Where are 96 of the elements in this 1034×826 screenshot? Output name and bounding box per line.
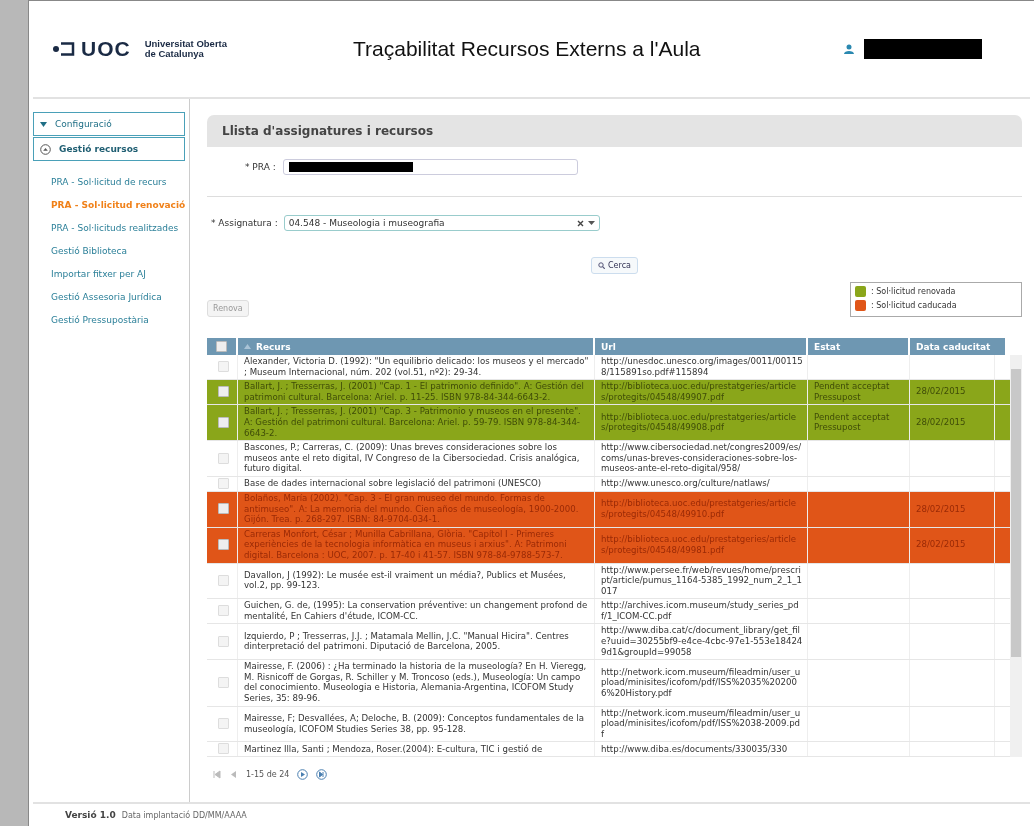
row-checkbox[interactable] [217, 743, 229, 755]
table-cell: Ballart, J. ; Tresserras, J. (2001) "Cap. 1 - El patrimonio definido". A: Gestión del patrimoni cultural. Barcelona: Ariel. p. 11-25. ISBN 978-84-344-6643-2. [238, 380, 595, 405]
table-cell: http://www.persee.fr/web/revues/home/prescript/article/pumus_1164-5385_1992_num_2_1_1017 [595, 563, 808, 599]
sidebar-link[interactable]: PRA - Sol·licitud renovació [51, 200, 186, 210]
sidebar-section[interactable]: Gestió recursos [33, 137, 185, 161]
collapse-icon [40, 143, 51, 155]
deploy-date: Data implantació DD/MM/AAAA [121, 810, 247, 820]
table-cell: Martinez Illa, Santi ; Mendoza, Roser.(2004): E-cultura, TIC i gestió de [238, 742, 595, 757]
sidebar-link[interactable]: PRA - Sol·licitud de recurs [51, 177, 167, 187]
row-checkbox[interactable] [217, 574, 229, 586]
table-cell: Alexander, Victoria D. (1992): "Un equilibrio delicado: los museos y el mercado" ; Museum Internacional, núm. 202 (vol.51, nº2): 29-34. [238, 355, 595, 380]
table-cell: Davallon, J (1992): Le musée est-il vraiment un média?, Publics et Musées, vol.2, pp. 99-123. [238, 563, 595, 599]
version-label: Versió 1.0 [65, 810, 116, 820]
sidebar-link[interactable]: Gestió Biblioteca [51, 246, 128, 256]
institution-name: Universitat Oberta de Catalunya [144, 39, 228, 59]
legend-label: : Sol·licitud caducada [871, 301, 957, 310]
table-row[interactable] [207, 441, 1010, 477]
table-row[interactable] [207, 527, 1010, 564]
table-row[interactable] [207, 706, 1010, 743]
sort-icon [244, 344, 251, 349]
sidebar-link[interactable]: Gestió Pressupostària [51, 315, 149, 325]
row-checkbox[interactable] [217, 416, 229, 428]
column-header[interactable]: Data caducitat [910, 338, 1007, 355]
page-range: 1-15 de 24 [246, 770, 290, 780]
sidebar-section[interactable]: Configuració [33, 112, 185, 136]
table-cell: http://www.diba.es/documents/330035/330 [595, 742, 808, 757]
table-cell: Mairesse, F; Desvallées, A; Deloche, B. (2009): Conceptos fundamentales de la museología, ICOFOM Studies Series 38, pp. 95-128. [238, 706, 595, 742]
row-checkbox[interactable] [217, 676, 229, 688]
first-page-icon[interactable] [212, 770, 221, 780]
sidebar-link[interactable]: Importar fitxer per AJ [51, 269, 146, 279]
row-checkbox[interactable] [217, 635, 229, 647]
logo-text: UOC [81, 37, 131, 61]
clear-icon [576, 219, 584, 227]
field-label: * Assignatura : [211, 218, 278, 228]
row-checkbox[interactable] [217, 361, 229, 373]
table-cell: 28/02/2015 [916, 503, 966, 515]
row-checkbox[interactable] [217, 503, 229, 515]
table-cell: Bascones, P.; Carreras, C. (2009): Unas breves consideraciones sobre los museos ante el reto digital, IV Congreso de la Cibersociedad. Crisis analógica, futuro digital. [238, 441, 595, 476]
table-cell: http://www.unesco.org/culture/natlaws/ [595, 476, 808, 491]
field-label: * PRA : [245, 162, 276, 172]
pra-field[interactable] [282, 159, 578, 175]
search-icon [598, 262, 606, 269]
column-header[interactable]: Url [595, 338, 808, 355]
table-row[interactable]: Base de dades internacional sobre legislació del patrimoni (UNESCO) http://www.unesco.org/culture/natlaws/ [207, 476, 1010, 492]
table-cell: http://network.icom.museum/fileadmin/user_upload/minisites/icofom/pdf/ISS%2035%202006%20History.pdf [595, 660, 808, 706]
table-cell: http://biblioteca.uoc.edu/prestatgeries/articles/protegits/04548/49907.pdf [595, 380, 808, 405]
table-row[interactable] [207, 624, 1010, 661]
table-cell: Mairesse, F. (2006) : ¿Ha terminado la historia de la museología? En H. Vieregg, M. Risnicoff de Gorgas, R. Schiller y M. Troncoso (eds.), Museología: Un campo del conocimiento. Museologia e Historia, Alemania-Argentina, ICOFOM Study Series, 35: 89-96. [238, 660, 595, 706]
sidebar-link[interactable]: Gestió Assesoria Jurídica [51, 292, 162, 302]
table-cell: http://www.diba.cat/c/document_library/get_file?uuid=30255bf9-e4ce-4cbc-97e1-553e184249d1&groupId=99058 [595, 624, 808, 660]
scrollbar[interactable] [1010, 355, 1022, 758]
search-button[interactable]: Cerca [591, 257, 638, 274]
table-cell: Base de dades internacional sobre legislació del patrimoni (UNESCO) [238, 476, 595, 491]
table-cell: http://biblioteca.uoc.edu/prestatgeries/articles/protegits/04548/49908.pdf [595, 405, 808, 441]
panel-title: Llista d'assignatures i recursos [207, 115, 1022, 147]
table-cell: http://biblioteca.uoc.edu/prestatgeries/articles/protegits/04548/49981.pdf [595, 527, 808, 563]
table-cell: http://unesdoc.unesco.org/images/0011/001158/115891so.pdf#115894 [595, 355, 808, 380]
table-cell: http://biblioteca.uoc.edu/prestatgeries/articles/protegits/04548/49910.pdf [595, 491, 808, 527]
table-cell: Izquierdo, P ; Tresserras, J.J. ; Matamala Mellin, J.C. "Manual Hicira". Centres dinterpretació del patrimoni. Diputació de Barcelona, 2005. [238, 624, 595, 660]
column-header[interactable]: Recurs [238, 338, 595, 355]
table-row[interactable] [207, 405, 1010, 442]
previous-page-icon[interactable] [229, 770, 238, 780]
table-row[interactable]: Guichen, G. de, (1995): La conservation préventive: un changement profond de mentalité, En Cahiers d'étude, ICOM-CC. http://archives.icom.museum/study_series_pdf/1_ICOM-CC.pdf [207, 599, 1010, 625]
caret-icon [40, 121, 47, 127]
row-checkbox[interactable] [217, 452, 229, 464]
column-header[interactable]: Estat [808, 338, 910, 355]
row-checkbox[interactable] [217, 605, 229, 617]
table-row[interactable] [207, 380, 1010, 406]
page-title: Traçabilitat Recursos Externs a l'Aula [353, 37, 702, 61]
user-icon [844, 44, 854, 54]
select-all-checkbox[interactable] [216, 341, 227, 352]
sidebar-link[interactable]: PRA - Sol·licituds realitzades [51, 223, 179, 233]
next-page-icon[interactable] [297, 769, 309, 781]
table-cell: Guichen, G. de, (1995): La conservation préventive: un changement profond de mentalité, En Cahiers d'étude, ICOM-CC. [238, 599, 595, 624]
table-cell: Ballart, J. ; Tresserras, J. (2001) "Cap. 3 - Patrimonio y museos en el presente". A: Gestión del patrimoni cultural. Barcelona: Ariel. p. 59-79. ISBN 978-84-344-6643-2. [238, 405, 595, 441]
last-page-icon[interactable] [316, 769, 328, 781]
table-cell: http://network.icom.museum/fileadmin/user_upload/minisites/icofom/pdf/ISS%2038-2009.pdf [595, 706, 808, 742]
table-cell: http://www.cibersociedad.net/congres2009/es/coms/unas-breves-consideraciones-sobre-los-museos-ante-el-reto-digital/958/ [595, 441, 808, 476]
row-checkbox[interactable] [217, 718, 229, 729]
table-cell: 28/02/2015 [916, 386, 966, 398]
table-cell: http://archives.icom.museum/study_series_pdf/1_ICOM-CC.pdf [595, 599, 808, 624]
table-cell-text: Pendent acceptat Pressupost [814, 411, 891, 433]
caret-icon [587, 221, 595, 225]
table-row[interactable] [207, 491, 1010, 528]
table-row[interactable]: Martinez Illa, Santi ; Mendoza, Roser.(2004): E-cultura, TIC i gestió de http://www.diba.es/documents/330035/330 [207, 742, 1010, 758]
row-checkbox[interactable] [217, 386, 229, 398]
row-checkbox[interactable] [217, 539, 229, 551]
table-cell: 28/02/2015 [916, 539, 966, 550]
row-checkbox[interactable] [217, 477, 229, 489]
table-cell: 28/02/2015 [916, 416, 966, 428]
legend-label: : Sol·licitud renovada [871, 287, 956, 296]
subject-dropdown[interactable]: 04.548 - Museologia i museografia [283, 215, 600, 231]
table-cell-text: Pendent acceptat Pressupost [814, 381, 891, 403]
table-row[interactable]: Davallon, J (1992): Le musée est-il vraiment un média?, Publics et Musées, vol.2, pp. 99-123. http://www.persee.fr/web/revues/home/prescript/article/pumus_1164-5385_1992_num_2_1_1017 [207, 563, 1010, 600]
table-row[interactable] [207, 660, 1010, 707]
logo-icon [53, 42, 75, 56]
